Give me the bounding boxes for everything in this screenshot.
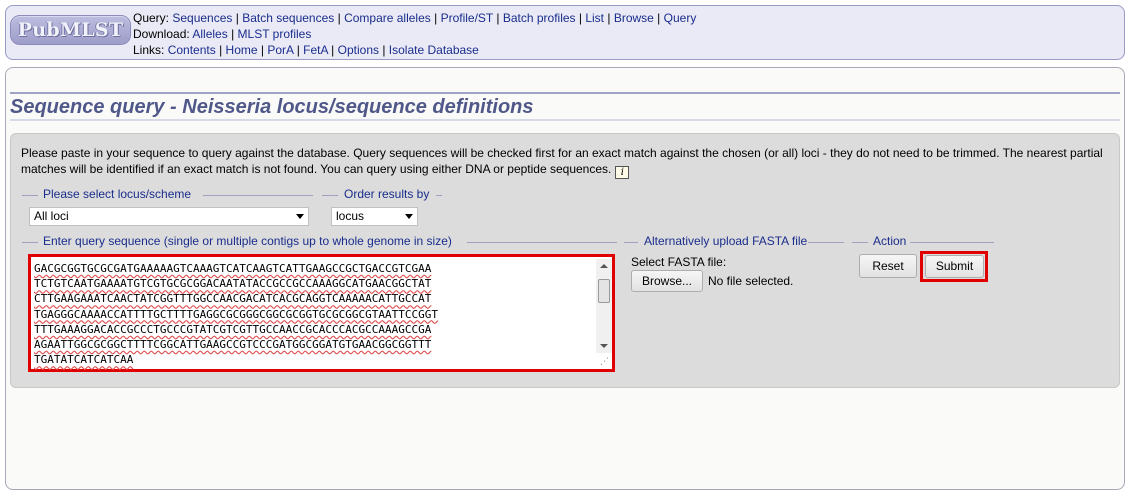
locus-fieldset-line-right — [203, 195, 313, 196]
order-legend: Order results by — [344, 187, 430, 201]
submit-highlight — [920, 251, 988, 282]
order-fieldset-line — [322, 195, 338, 196]
textarea-scrollbar[interactable] — [596, 259, 612, 353]
link-query[interactable]: Query — [664, 11, 697, 25]
link-profile-st[interactable]: Profile/ST — [441, 11, 493, 25]
order-select-value: locus — [336, 209, 365, 223]
link-contents[interactable]: Contents — [168, 43, 216, 57]
order-select[interactable]: locus — [331, 207, 418, 226]
pubmlst-logo[interactable]: PubMLST — [10, 15, 131, 45]
link-alleles[interactable]: Alleles — [192, 27, 227, 41]
upload-fieldset-line-right — [808, 242, 844, 243]
intro-paragraph: Please paste in your sequence to query a… — [21, 146, 1103, 176]
logo-text: PubMLST — [17, 19, 124, 41]
scrollbar-thumb[interactable] — [598, 279, 610, 303]
header-menu: PubMLST Query: Sequences | Batch sequenc… — [5, 5, 1125, 60]
action-fieldset-line-right — [910, 242, 994, 243]
action-legend: Action — [873, 234, 907, 248]
fasta-label: Select FASTA file: — [631, 255, 727, 269]
sequence-line: AGAATTGGCGCGGCTTTTCGGCATTGAAGCCGTCCCGATG… — [34, 338, 432, 352]
download-label: Download: — [133, 27, 190, 41]
reset-button[interactable]: Reset — [859, 254, 917, 278]
link-home[interactable]: Home — [226, 43, 258, 57]
query-label: Query: — [133, 11, 170, 25]
scroll-down-icon[interactable] — [600, 344, 608, 348]
upload-fieldset-line — [624, 242, 638, 243]
locus-fieldset-line — [22, 195, 38, 196]
page-title: Sequence query - Neisseria locus/sequenc… — [10, 92, 1120, 120]
query-line: Query: Sequences | Batch sequences | Com… — [133, 11, 697, 25]
locus-legend: Please select locus/scheme — [43, 187, 192, 201]
upload-legend: Alternatively upload FASTA file — [644, 234, 808, 248]
info-icon[interactable]: i — [615, 166, 630, 179]
sequence-line: TGAGGGCAAAACCATTTTGCTTTTGAGGCGCGGGCGGCGC… — [34, 307, 438, 321]
link-mlst-profiles[interactable]: MLST profiles — [238, 27, 312, 41]
sequence-fieldset-line — [22, 242, 38, 243]
sequence-line: GACGCGGTGCGCGATGAAAAAGTCAAAGTCATCAAGTCAT… — [34, 262, 432, 275]
link-pora[interactable]: PorA — [267, 43, 293, 57]
sequence-line: TTTGAAAGGACACCGCCCTGCCCGTATCGTCGTTGCCAAC… — [34, 322, 432, 336]
links-line: Links: Contents | Home | PorA | FetA | O… — [133, 43, 479, 57]
sequence-fieldset-line-right — [467, 242, 617, 243]
sequence-line: TCTGTCAATGAAAATGTCGTGCGCGGACAATATACCGCCG… — [34, 277, 432, 291]
file-status: No file selected. — [708, 274, 794, 288]
resize-grip-icon[interactable]: ⋰ — [600, 356, 609, 367]
menu-links: Query: Sequences | Batch sequences | Com… — [133, 10, 696, 58]
link-options[interactable]: Options — [338, 43, 379, 57]
link-batch-sequences[interactable]: Batch sequences — [242, 11, 334, 25]
sequence-text: GACGCGGTGCGCGATGAAAAAGTCAAAGTCATCAAGTCAT… — [34, 261, 594, 367]
link-compare-alleles[interactable]: Compare alleles — [344, 11, 431, 25]
order-fieldset-line-right — [436, 195, 442, 196]
browse-button[interactable]: Browse... — [631, 270, 703, 292]
links-label: Links: — [133, 43, 165, 57]
chevron-down-icon — [405, 214, 413, 219]
sequence-legend: Enter query sequence (single or multiple… — [43, 234, 452, 248]
scroll-up-icon[interactable] — [600, 264, 608, 268]
link-browse[interactable]: Browse — [614, 11, 654, 25]
locus-select[interactable]: All loci — [29, 207, 309, 226]
intro-text: Please paste in your sequence to query a… — [21, 145, 1111, 179]
title-divider — [10, 119, 1120, 121]
locus-select-value: All loci — [34, 209, 69, 223]
link-list[interactable]: List — [585, 11, 604, 25]
link-sequences[interactable]: Sequences — [172, 11, 232, 25]
link-feta[interactable]: FetA — [303, 43, 328, 57]
link-batch-profiles[interactable]: Batch profiles — [503, 11, 576, 25]
sequence-line: CTTGAAGAAATCAACTATCGGTTTGGCCAACGACATCACG… — [34, 292, 432, 306]
chevron-down-icon — [296, 214, 304, 219]
link-isolate-database[interactable]: Isolate Database — [389, 43, 479, 57]
sequence-textarea[interactable]: GACGCGGTGCGCGATGAAAAAGTCAAAGTCATCAAGTCAT… — [28, 254, 615, 372]
download-line: Download: Alleles | MLST profiles — [133, 27, 312, 41]
sequence-line: TGATATCATCATCAA — [34, 353, 134, 367]
action-fieldset-line — [852, 242, 868, 243]
